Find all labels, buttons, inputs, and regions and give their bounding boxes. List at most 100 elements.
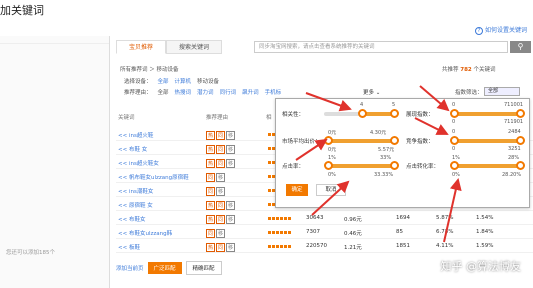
reason-filter: 推荐理由： 全部 热搜词 潜力词 同行词 飙升词 手机标 xyxy=(124,88,282,96)
table-cell: 1.21元 xyxy=(344,245,362,251)
table-row: << 布鞋女ulzzang韩 同移 7307 0.46元 85 6.78% 1.84% xyxy=(116,226,533,239)
device-mobile[interactable]: 移动设备 xyxy=(197,77,219,85)
reason-badge: 移 xyxy=(226,243,236,252)
device-all[interactable]: 全部 xyxy=(158,77,169,85)
keyword-add-link[interactable]: << ins超火鞋女 xyxy=(118,159,159,167)
keyword-add-link[interactable]: << ins潮鞋女 xyxy=(118,187,153,195)
table-cell: 4.11% xyxy=(436,243,454,249)
reason-mobile[interactable]: 手机标 xyxy=(265,88,282,96)
competition-max-handle[interactable] xyxy=(516,136,525,145)
keyword-add-link[interactable]: << 布鞋女 xyxy=(118,215,145,223)
more-dropdown[interactable]: 更多 ⌄ xyxy=(363,88,380,96)
reason-hot[interactable]: 热搜词 xyxy=(175,88,192,96)
table-cell: 1694 xyxy=(396,215,410,221)
avg-bid-min-handle[interactable] xyxy=(324,136,333,145)
table-cell: 1851 xyxy=(396,243,410,249)
reason-badge: 同 xyxy=(216,201,226,210)
table-cell: 5.87% xyxy=(436,215,454,221)
reason-badge: 同 xyxy=(206,229,216,238)
confirm-button[interactable]: 确定 xyxy=(286,184,308,196)
reason-badge: 移 xyxy=(226,145,236,154)
cancel-button[interactable]: 取消 xyxy=(316,184,346,196)
help-label: 如何设置关键词 xyxy=(484,27,527,34)
show-index-min-handle[interactable] xyxy=(450,109,459,118)
show-index-label: 展现指数： xyxy=(406,112,434,118)
broad-match-button[interactable]: 广泛匹配 xyxy=(147,262,182,274)
tab-search-keyword[interactable]: 搜索关键词 xyxy=(166,40,223,54)
keyword-add-link[interactable]: << 板鞋 xyxy=(118,243,140,251)
reason-icons: 热同移 xyxy=(206,159,236,168)
index-filter-label: 指数筛选： xyxy=(455,90,483,96)
reason-badge: 移 xyxy=(226,159,236,168)
reason-badge: 热 xyxy=(206,201,216,210)
reason-icons: 同移 xyxy=(206,173,226,182)
relevance-label: 相关性： xyxy=(282,112,305,118)
reason-badge: 移 xyxy=(216,173,226,182)
chevron-down-icon: ⌄ xyxy=(375,90,381,96)
relevance-bar xyxy=(268,231,292,234)
table-cell: 30643 xyxy=(306,215,324,221)
reason-badge: 同 xyxy=(216,131,226,140)
reason-badge: 同 xyxy=(206,173,216,182)
table-cell: 85 xyxy=(396,229,403,235)
reason-badge: 移 xyxy=(216,187,226,196)
remaining-count: 您还可以添加185个 xyxy=(6,250,55,256)
reason-icons: 同移 xyxy=(206,229,226,238)
search-icon: ⚲ xyxy=(517,42,524,51)
table-cell: 1.54% xyxy=(476,215,494,221)
window-title: 加关键词 xyxy=(0,4,44,17)
cvr-min-handle[interactable] xyxy=(450,161,459,170)
keyword-add-link[interactable]: << 布鞋女ulzzang韩 xyxy=(118,229,172,237)
device-computer[interactable]: 计算机 xyxy=(175,77,192,85)
reason-badge: 热 xyxy=(206,145,216,154)
relevance-bar xyxy=(268,245,292,248)
table-row: << 板鞋 热同移 220570 1.21元 1851 4.11% 1.59% xyxy=(116,240,533,253)
competition-label: 竞争指数： xyxy=(406,139,434,145)
relevance-bar xyxy=(268,217,292,220)
reason-badge: 热 xyxy=(206,159,216,168)
reason-peer[interactable]: 同行词 xyxy=(220,88,237,96)
reason-badge: 移 xyxy=(226,131,236,140)
reason-badge: 移 xyxy=(226,215,236,224)
table-cell: 1.59% xyxy=(476,243,494,249)
reason-rising[interactable]: 飙升词 xyxy=(242,88,259,96)
ctr-min-handle[interactable] xyxy=(324,161,333,170)
relevance-min-handle[interactable] xyxy=(358,109,367,118)
show-index-max-handle[interactable] xyxy=(516,109,525,118)
exact-match-button[interactable]: 精确匹配 xyxy=(185,261,222,275)
avg-bid-label: 市场平均出价： xyxy=(282,139,321,145)
keyword-add-link[interactable]: << 布鞋 女 xyxy=(118,145,147,153)
table-cell: 1.84% xyxy=(476,229,494,235)
table-cell: 220570 xyxy=(306,243,327,249)
tab-bar: 宝贝推荐 搜索关键词 xyxy=(116,40,223,54)
device-filter: 选择设备： 全部 计算机 移动设备 xyxy=(124,77,220,85)
keyword-add-link[interactable]: << 帆布鞋女ulzzang原宿鞋 xyxy=(118,173,189,181)
search-button[interactable]: ⚲ xyxy=(510,41,531,53)
add-current-page-link[interactable]: 添加当前页 xyxy=(116,264,144,272)
ctr-max-handle[interactable] xyxy=(390,161,399,170)
question-icon: ? xyxy=(474,27,483,35)
tab-product-recommend[interactable]: 宝贝推荐 xyxy=(116,40,167,54)
search-input[interactable]: 同步淘宝网搜索，请点击查看系统推荐的关键词 xyxy=(254,41,508,53)
reason-icons: 热同移 xyxy=(206,145,236,154)
total-count: 共推荐 782 个关键词 xyxy=(442,67,496,73)
reason-badge: 热 xyxy=(206,131,216,140)
ctr-label: 点击率： xyxy=(282,164,305,170)
keyword-add-link[interactable]: << 原宿鞋 女 xyxy=(118,201,153,209)
cvr-max-handle[interactable] xyxy=(516,161,525,170)
help-link[interactable]: ? 如何设置关键词 xyxy=(474,25,527,35)
keyword-add-link[interactable]: << ins超火鞋 xyxy=(118,131,153,139)
index-filter-select[interactable]: 全部 xyxy=(484,87,520,96)
reason-all[interactable]: 全部 xyxy=(158,88,169,96)
reason-badge: 同 xyxy=(206,187,216,196)
relevance-max-handle[interactable] xyxy=(390,109,399,118)
reason-badge: 热 xyxy=(206,243,216,252)
reason-icons: 热同移 xyxy=(206,201,236,210)
table-header: 关键词 推荐理由 相 xyxy=(118,115,272,121)
bottom-bar: 添加当前页 广泛匹配 精确匹配 xyxy=(116,261,222,275)
reason-potential[interactable]: 潜力词 xyxy=(197,88,214,96)
reason-icons: 同移 xyxy=(206,187,226,196)
competition-min-handle[interactable] xyxy=(450,136,459,145)
avg-bid-max-handle[interactable] xyxy=(390,136,399,145)
cvr-label: 点击转化率： xyxy=(406,164,440,170)
